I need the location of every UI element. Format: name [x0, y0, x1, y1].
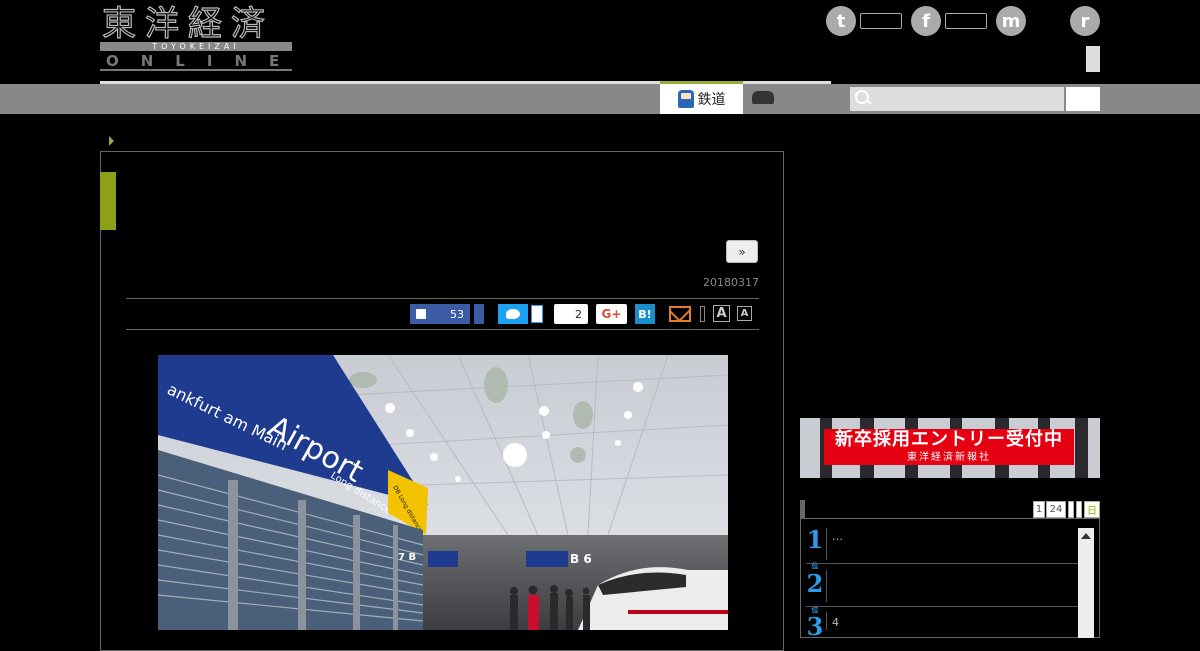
- banner-company-text: 東洋経済新報社: [907, 452, 991, 463]
- search-icon: [855, 90, 869, 104]
- nav-tab-railway[interactable]: 鉄道: [660, 81, 743, 114]
- scroll-up-arrow-icon[interactable]: [1081, 533, 1091, 539]
- hatena-count[interactable]: 2: [554, 304, 588, 324]
- rank-row-divider: [806, 606, 1078, 607]
- google-plus-button[interactable]: G+: [596, 304, 627, 324]
- mail-icon[interactable]: [669, 306, 691, 322]
- article-date: 20180317: [703, 276, 759, 289]
- tweet-button[interactable]: [498, 304, 528, 324]
- ranking-header-bar: [800, 500, 805, 518]
- facebook-icon[interactable]: f: [911, 6, 941, 36]
- rank-divider: [826, 570, 827, 602]
- recruit-banner[interactable]: 新卒採用エントリー受付中 東洋経済新報社: [800, 418, 1100, 478]
- logo-underline: [100, 69, 292, 71]
- share-top-divider: [126, 298, 759, 299]
- rank-title-1[interactable]: …: [832, 530, 843, 543]
- tweet-count: [531, 305, 543, 323]
- font-size-large-button[interactable]: A: [713, 305, 730, 322]
- ranking-scrollbar[interactable]: [1078, 528, 1094, 638]
- facebook-like-button[interactable]: 53: [410, 304, 470, 324]
- share-bottom-divider: [126, 329, 759, 330]
- facebook-like-count[interactable]: [945, 13, 987, 29]
- header-small-button[interactable]: [1086, 46, 1100, 72]
- search-input[interactable]: [850, 87, 1064, 111]
- twitter-bird-icon: [506, 309, 520, 319]
- hatena-bookmark-button[interactable]: B!: [635, 304, 655, 324]
- search-button[interactable]: [1066, 87, 1100, 111]
- thumbs-up-icon: [416, 309, 426, 319]
- platform-b6-text: B 6: [570, 552, 592, 566]
- ranking-tab-24h[interactable]: 24: [1046, 501, 1066, 518]
- rank-divider: [826, 612, 827, 630]
- article-photo: ankfurt am Main Airport Long distance tr…: [158, 355, 728, 630]
- title-accent-bar: [100, 172, 116, 230]
- logo-online: ONLINE: [106, 52, 302, 70]
- rank-number-3: 3: [806, 612, 824, 641]
- twitter-icon[interactable]: t: [826, 6, 856, 36]
- ranking-list: [800, 518, 1100, 638]
- print-button[interactable]: [700, 306, 705, 322]
- ranking-tab-month[interactable]: [1076, 501, 1082, 518]
- facebook-share-button[interactable]: [474, 304, 484, 324]
- rank-row-divider: [806, 563, 1078, 564]
- car-icon[interactable]: [752, 91, 774, 104]
- next-page-button[interactable]: »: [726, 240, 758, 263]
- logo-romaji: TOYOKEIZAI: [100, 42, 292, 51]
- platform-7b-text: 7 B: [398, 552, 416, 563]
- like-count: 53: [450, 307, 464, 321]
- frankfurt-airport-station-photo: ankfurt am Main Airport Long distance tr…: [158, 355, 728, 630]
- train-icon: [677, 90, 694, 108]
- banner-main-text: 新卒採用エントリー受付中: [835, 429, 1063, 450]
- font-size-small-button[interactable]: A: [737, 306, 752, 321]
- nav-tab-railway-label: 鉄道: [697, 92, 726, 108]
- banner-red-panel: 新卒採用エントリー受付中 東洋経済新報社: [824, 429, 1074, 465]
- twitter-follow-count[interactable]: [860, 13, 902, 29]
- logo-kanji[interactable]: 東洋経済: [101, 3, 274, 44]
- ranking-tab-week[interactable]: [1068, 501, 1074, 518]
- ranking-tab-day[interactable]: 日: [1084, 501, 1100, 518]
- messenger-icon[interactable]: m: [996, 6, 1026, 36]
- rank-title-3[interactable]: 4: [832, 616, 839, 629]
- rss-icon[interactable]: r: [1070, 6, 1100, 36]
- ranking-tab-1h[interactable]: 1: [1033, 501, 1045, 518]
- rank-divider: [826, 528, 827, 560]
- breadcrumb-arrow-icon: [109, 136, 114, 146]
